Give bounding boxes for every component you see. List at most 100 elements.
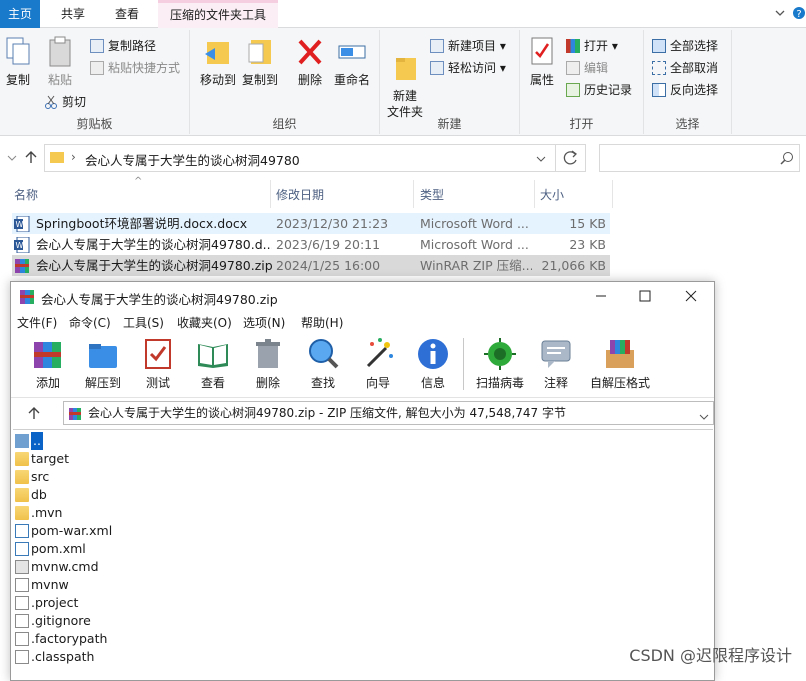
chevron-down-icon[interactable] <box>6 152 18 164</box>
scan-virus-button[interactable]: 扫描病毒 <box>468 336 532 391</box>
wizard-button[interactable]: 向导 <box>348 336 408 391</box>
menu-favorites[interactable]: 收藏夹(O) <box>177 314 232 331</box>
up-arrow-icon[interactable] <box>27 406 41 420</box>
column-header-name[interactable]: 名称 <box>14 184 38 206</box>
maximize-icon[interactable] <box>639 290 651 302</box>
extract-to-button[interactable]: 解压到 <box>73 336 133 391</box>
open-group-label: 打开 <box>569 117 594 131</box>
delete-button[interactable]: 删除 <box>294 36 326 88</box>
open-button[interactable]: 打开 ▾ <box>566 36 618 56</box>
file-icon <box>15 614 29 628</box>
file-size: 23 KB <box>569 237 606 252</box>
file-row[interactable]: W Springboot环境部署说明.docx.docx 2023/12/30 … <box>12 213 610 234</box>
new-item-button[interactable]: 新建项目 ▾ <box>430 36 506 56</box>
winrar-titlebar[interactable]: 会心人专属于大学生的谈心树洞49780.zip <box>11 282 714 312</box>
view-button[interactable]: 查看 <box>183 336 243 391</box>
menu-tools[interactable]: 工具(S) <box>123 314 164 331</box>
invert-selection-label: 反向选择 <box>670 83 719 97</box>
menu-file[interactable]: 文件(F) <box>17 314 57 331</box>
tab-compressed-folder-tools[interactable]: 压缩的文件夹工具 <box>158 0 278 28</box>
ribbon-tab-bar: 主页 共享 查看 压缩的文件夹工具 ? <box>0 0 806 28</box>
clipboard-group: 复制 粘贴 复制路径 粘贴快捷方式 剪切 剪贴板 <box>0 30 190 134</box>
invert-selection-button[interactable]: 反向选择 <box>652 80 718 100</box>
menu-options[interactable]: 选项(N) <box>243 314 285 331</box>
search-icon[interactable] <box>780 151 794 165</box>
chevron-down-icon[interactable] <box>774 7 786 19</box>
easy-access-button[interactable]: 轻松访问 ▾ <box>430 58 506 78</box>
ribbon: 复制 粘贴 复制路径 粘贴快捷方式 剪切 剪贴板 移动到 复制到 删除 重命名 … <box>0 28 806 136</box>
column-divider[interactable] <box>612 180 613 208</box>
test-button[interactable]: 测试 <box>128 336 188 391</box>
sort-chevron-icon: ^ <box>134 176 143 187</box>
copy-to-button[interactable]: 复制到 <box>240 36 280 88</box>
sfx-button[interactable]: 自解压格式 <box>585 336 655 391</box>
chevron-down-icon[interactable] <box>535 153 547 165</box>
move-folder-icon <box>205 42 229 64</box>
paste-shortcut-button[interactable]: 粘贴快捷方式 <box>90 58 180 78</box>
help-icon[interactable]: ? <box>792 6 806 20</box>
file-row[interactable]: 会心人专属于大学生的谈心树洞49780.zip 2024/1/25 16:00 … <box>12 255 610 276</box>
new-folder-icon <box>396 58 416 80</box>
comment-button[interactable]: 注释 <box>526 336 586 391</box>
tab-share[interactable]: 共享 <box>50 0 96 28</box>
file-row[interactable]: W 会心人专属于大学生的谈心树洞49780.d... 2023/6/19 20:… <box>12 234 610 255</box>
cut-button[interactable]: 剪切 <box>44 92 86 112</box>
column-divider[interactable] <box>270 180 271 208</box>
paste-button[interactable]: 粘贴 <box>44 36 76 88</box>
rename-label: 重命名 <box>333 73 370 87</box>
wizard-label: 向导 <box>365 376 390 390</box>
test-label: 测试 <box>145 376 170 390</box>
select-all-button[interactable]: 全部选择 <box>652 36 718 56</box>
info-button[interactable]: 信息 <box>403 336 463 391</box>
winrar-icon <box>566 39 580 53</box>
menu-help[interactable]: 帮助(H) <box>301 314 343 331</box>
close-icon[interactable] <box>685 290 697 302</box>
archive-books-icon <box>34 342 61 368</box>
column-header-size[interactable]: 大小 <box>540 184 564 206</box>
address-box[interactable]: › 会心人专属于大学生的谈心树洞49780 <box>44 144 556 172</box>
copy-to-label: 复制到 <box>241 73 278 87</box>
column-header-date[interactable]: 修改日期 <box>276 184 324 206</box>
tab-view[interactable]: 查看 <box>104 0 150 28</box>
copy-path-button[interactable]: 复制路径 <box>90 36 156 56</box>
up-arrow-icon[interactable] <box>24 150 38 164</box>
delete-archive-button[interactable]: 删除 <box>238 336 298 391</box>
rename-button[interactable]: 重命名 <box>330 36 374 88</box>
scissors-icon <box>44 95 58 109</box>
rename-icon <box>338 45 366 59</box>
search-input[interactable] <box>599 144 800 172</box>
move-to-button[interactable]: 移动到 <box>198 36 238 88</box>
column-header-type[interactable]: 类型 <box>420 184 444 206</box>
winrar-path-box[interactable]: 会心人专属于大学生的谈心树洞49780.zip - ZIP 压缩文件, 解包大小… <box>63 401 714 425</box>
menu-commands[interactable]: 命令(C) <box>69 314 111 331</box>
organize-group-label: 组织 <box>272 117 297 131</box>
list-item-name: target <box>31 451 70 466</box>
column-divider[interactable] <box>413 180 414 208</box>
minimize-icon[interactable] <box>595 290 607 302</box>
history-button[interactable]: 历史记录 <box>566 80 632 100</box>
properties-button[interactable]: 属性 <box>524 36 560 88</box>
breadcrumb-path[interactable]: 会心人专属于大学生的谈心树洞49780 <box>85 150 300 169</box>
breadcrumb-separator: › <box>71 150 76 164</box>
file-name: Springboot环境部署说明.docx.docx <box>36 216 248 231</box>
copy-button[interactable]: 复制 <box>2 36 34 88</box>
add-button[interactable]: 添加 <box>18 336 78 391</box>
refresh-button[interactable] <box>556 144 586 172</box>
edit-button[interactable]: 编辑 <box>566 58 608 78</box>
file-size: 21,066 KB <box>541 258 606 273</box>
find-button[interactable]: 查找 <box>293 336 353 391</box>
invert-selection-icon <box>652 83 666 97</box>
easy-access-icon <box>430 61 444 75</box>
select-none-button[interactable]: 全部取消 <box>652 58 718 78</box>
info-icon <box>418 339 448 369</box>
xml-file-icon <box>15 524 29 538</box>
column-divider[interactable] <box>534 180 535 208</box>
svg-text:?: ? <box>796 9 801 20</box>
list-item-name: src <box>31 469 50 484</box>
select-all-label: 全部选择 <box>670 39 719 53</box>
chevron-down-icon[interactable] <box>698 408 710 420</box>
folder-icon <box>15 470 29 484</box>
tab-home[interactable]: 主页 <box>0 0 40 28</box>
select-group: 全部选择 全部取消 反向选择 选择 <box>644 30 732 134</box>
sfx-box-icon <box>606 340 634 368</box>
